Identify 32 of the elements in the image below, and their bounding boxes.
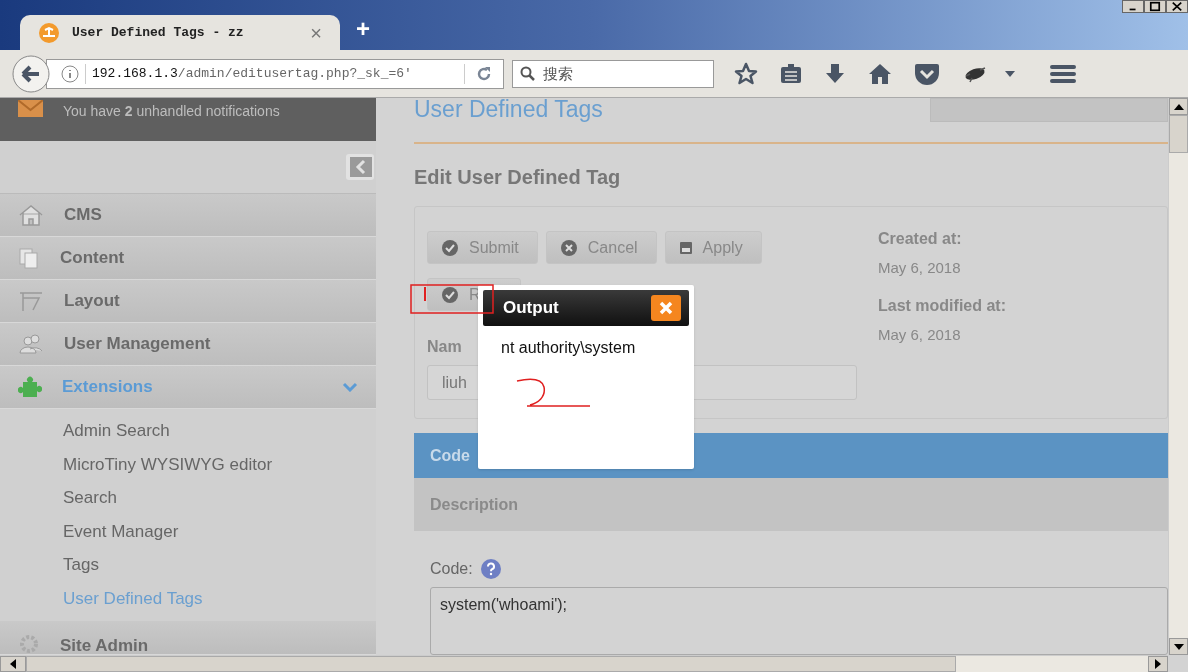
field-label: Code:	[430, 559, 473, 580]
nav-item[interactable]: Extensions	[0, 366, 376, 409]
meta-value: May 6, 2018	[878, 324, 962, 345]
meta-value: May 6, 2018	[878, 258, 962, 279]
submenu-link[interactable]: MicroTiny WYSIWYG editor	[63, 452, 376, 476]
action-button[interactable]: Submit	[427, 231, 538, 265]
submenu-link[interactable]: Tags	[63, 553, 376, 577]
new-tab-button[interactable]: +	[356, 17, 370, 41]
nav-item[interactable]: CMS	[0, 194, 376, 237]
submenu-link[interactable]: Event Manager	[63, 519, 376, 543]
page-title: User Defined Tags	[414, 98, 604, 121]
field-label: Nam	[427, 337, 462, 358]
output-text: nt authority\system	[500, 338, 637, 358]
meta-label: Last modified at:	[878, 295, 1006, 316]
close-icon[interactable]: ×	[310, 17, 322, 48]
code-editor[interactable]: system('whoami');	[430, 587, 1168, 655]
tab[interactable]: Description	[414, 478, 1168, 532]
section-heading: Edit User Defined Tag	[414, 165, 622, 191]
submenu-link[interactable]: Search	[63, 486, 376, 510]
nav-item[interactable]: User Management	[0, 323, 376, 366]
action-button[interactable]: Apply	[664, 231, 762, 265]
submenu-link[interactable]: User Defined Tags	[63, 586, 376, 610]
browser-tab[interactable]: User Defined Tags - zz ×	[20, 15, 340, 50]
nav-item[interactable]: Site Admin	[0, 621, 376, 655]
submenu-link[interactable]: Admin Search	[63, 419, 376, 443]
nav-item[interactable]: Layout	[0, 280, 376, 323]
meta-label: Created at:	[878, 229, 963, 250]
action-button[interactable]: Cancel	[545, 231, 657, 265]
url-text: 192.168.1.3/admin/editusertag.php?_sk_=6'	[92, 64, 413, 83]
search-field[interactable]: 搜索	[512, 59, 714, 88]
nav-item[interactable]: Content	[0, 237, 376, 280]
address-bar[interactable]: 192.168.1.3/admin/editusertag.php?_sk_=6'	[46, 58, 504, 89]
